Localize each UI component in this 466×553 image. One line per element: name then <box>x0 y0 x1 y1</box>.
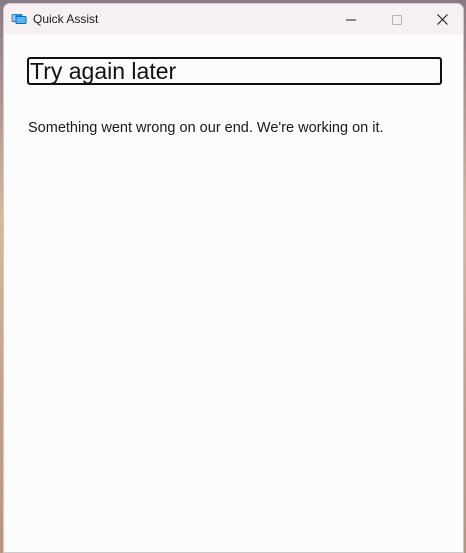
close-button[interactable] <box>419 4 463 34</box>
page-title: Try again later <box>30 58 177 84</box>
quick-assist-icon <box>11 11 27 25</box>
minimize-button[interactable] <box>328 4 374 34</box>
heading-focus-box: Try again later <box>27 57 442 85</box>
window-title: Quick Assist <box>33 12 99 26</box>
maximize-icon <box>392 10 402 29</box>
title-bar[interactable]: Quick Assist <box>4 4 463 34</box>
maximize-button[interactable] <box>374 4 420 34</box>
minimize-icon <box>346 10 356 29</box>
error-message: Something went wrong on our end. We're w… <box>28 120 384 136</box>
quick-assist-window: Quick Assist Try again later Something w… <box>3 3 464 553</box>
close-icon <box>436 10 448 29</box>
